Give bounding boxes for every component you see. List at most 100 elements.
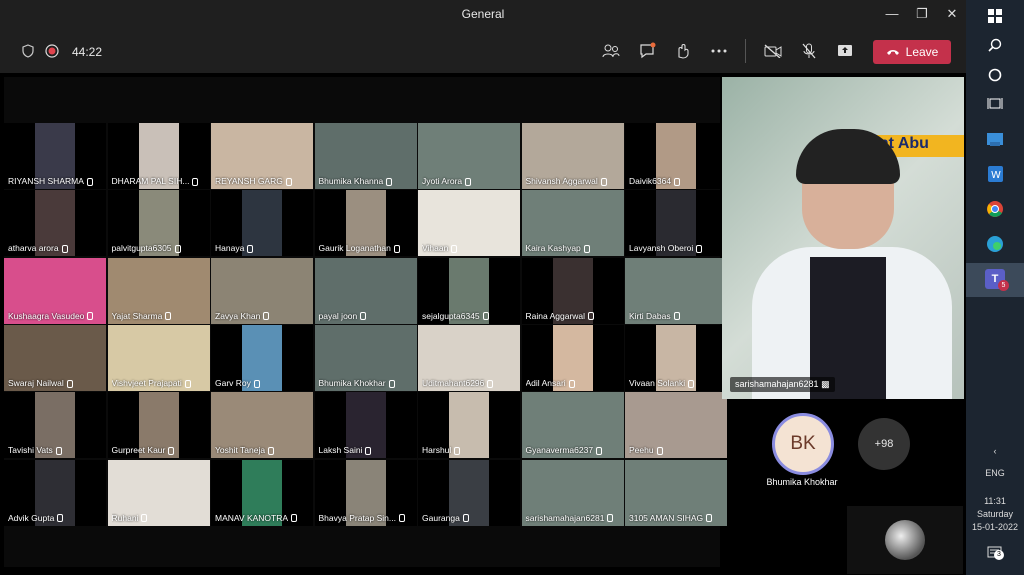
participant-name: Gyanaverma6237	[525, 445, 594, 456]
pinned-avatar[interactable]: BK	[772, 413, 834, 475]
participant-name-label: Yoshit Taneja	[215, 445, 311, 455]
participant-tile[interactable]: payal joon	[314, 257, 417, 324]
participant-name-label: Daivik6364	[629, 176, 725, 186]
reactions-icon[interactable]	[672, 41, 692, 61]
active-speaker-video[interactable]: Mount Abu sarishamahajan6281 ▩	[722, 77, 964, 399]
participant-name: Yoshit Taneja	[215, 445, 266, 456]
windows-start-icon[interactable]	[983, 4, 1007, 28]
participant-tile[interactable]: Garv Roy	[211, 324, 313, 391]
mic-icon	[141, 514, 148, 523]
participant-name-label: MANAV KANOTRA	[215, 513, 311, 523]
participant-tile[interactable]: Lavyansh Oberoi	[625, 190, 727, 257]
participant-name: Vivaan Solanki	[629, 377, 686, 388]
participant-tile[interactable]: Laksh Saini	[314, 392, 417, 459]
participant-name-label: Gaurik Loganathan	[319, 243, 415, 253]
participant-tile[interactable]: palvitgupta6305	[107, 190, 210, 257]
mic-icon	[174, 245, 181, 254]
participant-tile[interactable]: Bhumika Khanna	[314, 123, 417, 189]
task-view-icon[interactable]	[983, 92, 1007, 116]
chrome-icon[interactable]	[983, 197, 1007, 221]
participant-name-label: DHARAM PAL SIH...	[112, 176, 208, 186]
participant-tile[interactable]: Kaira Kashyap	[521, 190, 624, 257]
tray-chevron-icon[interactable]: ‹	[966, 446, 1024, 456]
mic-icon	[57, 514, 64, 523]
participant-name-label: Uditmahant6296	[422, 378, 518, 388]
participant-name: Tavishi Vats	[8, 445, 53, 456]
participant-name-label: Vivaan Solanki	[629, 378, 725, 388]
participant-tile[interactable]: 3105 AMAN SIHAG	[625, 459, 727, 526]
close-icon[interactable]: ✕	[944, 6, 960, 22]
participant-tile[interactable]: Gauranga	[418, 459, 520, 526]
leave-button[interactable]: Leave	[873, 40, 951, 64]
participant-tile[interactable]: Yajat Sharma	[107, 257, 210, 324]
participant-tile[interactable]: Raina Aggarwal	[521, 257, 624, 324]
participant-tile[interactable]: Kirti Dabas	[625, 257, 727, 324]
participant-tile[interactable]: Gurpreet Kaur	[107, 392, 210, 459]
chat-icon[interactable]	[637, 41, 657, 61]
participant-name: Zavya Khan	[215, 310, 261, 321]
teams-badge: 5	[998, 280, 1009, 291]
participant-name-label: RIYANSH SHARMA	[8, 176, 104, 186]
participants-icon[interactable]	[601, 41, 621, 61]
mic-icon	[268, 446, 275, 455]
mic-icon	[656, 446, 663, 455]
participant-tile[interactable]: atharva arora	[4, 190, 106, 257]
participant-tile[interactable]: Hanaya	[211, 190, 313, 257]
mic-icon	[465, 177, 472, 186]
participant-tile[interactable]: Bhumika Khokhar	[314, 324, 417, 391]
participant-name: Raina Aggarwal	[525, 310, 586, 321]
participant-tile[interactable]: Shivansh Aggarwal	[521, 123, 624, 189]
more-options-icon[interactable]	[709, 41, 729, 61]
mic-icon	[386, 177, 393, 186]
participant-name: Yajat Sharma	[111, 310, 163, 321]
participant-tile[interactable]: Vihaan	[418, 190, 520, 257]
participant-tile[interactable]: Vishvjeet Prajapati	[107, 324, 210, 391]
participant-tile[interactable]: Uditmahant6296	[418, 324, 520, 391]
participant-tile[interactable]: MANAV KANOTRA	[211, 459, 313, 526]
participant-tile[interactable]: Zavya Khan	[211, 257, 313, 324]
file-explorer-icon[interactable]	[983, 127, 1007, 151]
teams-taskbar-active[interactable]: T 5	[966, 263, 1024, 297]
participant-tile[interactable]: Kushaagra Vasudeo	[4, 257, 106, 324]
participant-tile[interactable]: Gaurik Loganathan	[314, 190, 417, 257]
participant-tile[interactable]: Bhavya Pratap Sin...	[314, 459, 417, 526]
edge-icon[interactable]	[983, 232, 1007, 256]
participant-tile[interactable]: Peehu	[625, 392, 727, 459]
participant-name-label: Raina Aggarwal	[526, 311, 622, 321]
participant-tile[interactable]: Yoshit Taneja	[211, 392, 313, 459]
cortana-icon[interactable]	[983, 63, 1007, 87]
participant-tile[interactable]: Harshul	[418, 392, 520, 459]
participant-name-label: payal joon	[319, 311, 415, 321]
mic-icon	[360, 312, 367, 321]
participant-tile[interactable]: Jyoti Arora	[418, 123, 520, 189]
self-view[interactable]	[847, 506, 963, 574]
participant-name: Vishvjeet Prajapati	[111, 377, 182, 388]
participant-name-label: Swaraj Nailwal	[8, 378, 104, 388]
participant-tile[interactable]: Vivaan Solanki	[625, 324, 727, 391]
participant-tile[interactable]: REYANSH GARG	[211, 123, 313, 189]
search-icon[interactable]	[983, 33, 1007, 57]
participant-tile[interactable]: Ruhani	[107, 459, 210, 526]
participant-tile[interactable]: DHARAM PAL SIH...	[107, 123, 210, 189]
participant-tile[interactable]: sejalgupta6345	[418, 257, 520, 324]
share-screen-icon[interactable]	[835, 41, 855, 61]
participant-tile[interactable]: Advik Gupta	[4, 459, 106, 526]
participant-tile[interactable]: Tavishi Vats	[4, 392, 106, 459]
camera-off-icon[interactable]	[763, 41, 783, 61]
mic-off-icon[interactable]	[799, 41, 819, 61]
participant-tile[interactable]: Daivik6364	[625, 123, 727, 189]
participant-tile[interactable]: Swaraj Nailwal	[4, 324, 106, 391]
participant-tile[interactable]: Gyanaverma6237	[521, 392, 624, 459]
participant-tile[interactable]: RIYANSH SHARMA	[4, 123, 106, 189]
restore-icon[interactable]: ❐	[914, 6, 930, 22]
participant-name-label: Zavya Khan	[215, 311, 311, 321]
language-indicator[interactable]: ENG	[966, 468, 1024, 478]
minimize-icon[interactable]: —	[884, 6, 900, 22]
word-icon[interactable]: W	[983, 162, 1007, 186]
clock-time[interactable]: 11:31	[966, 496, 1024, 506]
participant-name: MANAV KANOTRA	[215, 512, 289, 523]
mic-icon	[462, 514, 469, 523]
participant-tile[interactable]: Adil Ansari	[521, 324, 624, 391]
participant-tile[interactable]: sarishamahajan6281	[521, 459, 624, 526]
more-participants-button[interactable]: +98	[858, 418, 910, 470]
